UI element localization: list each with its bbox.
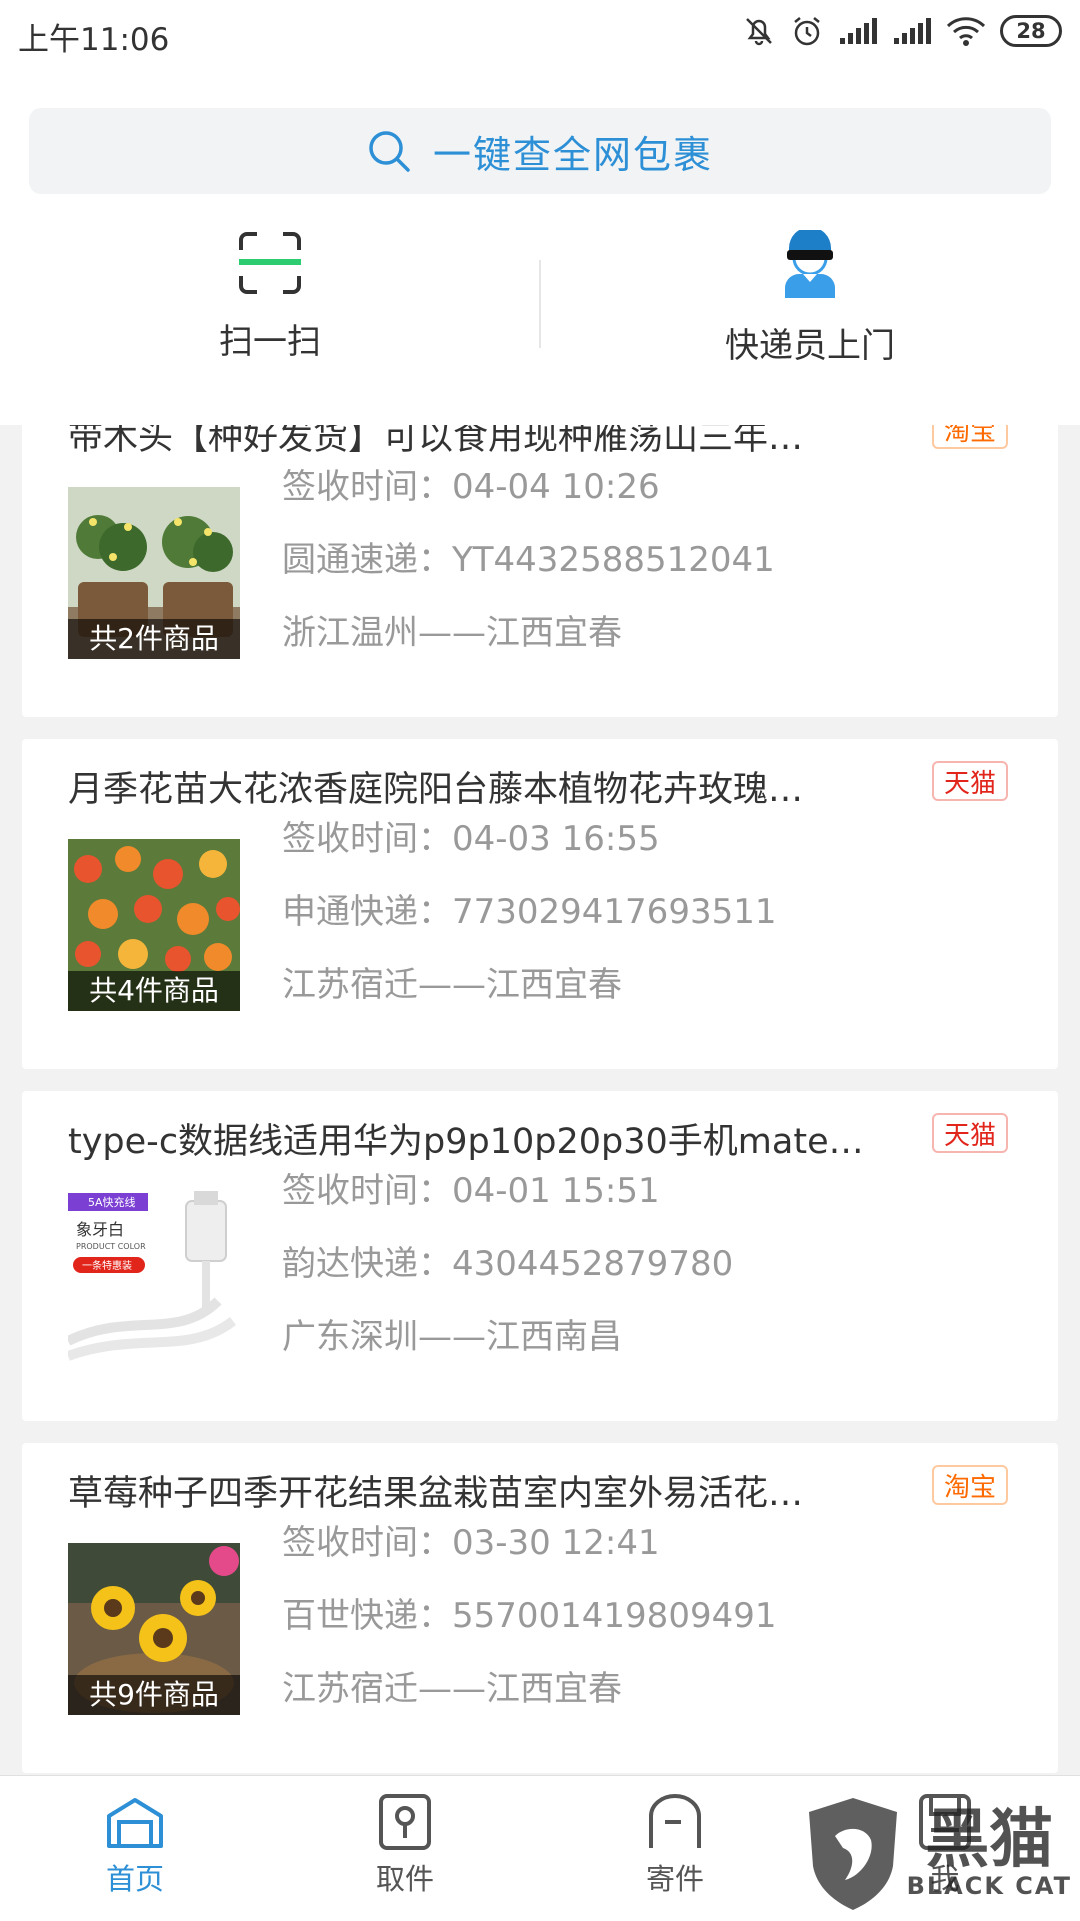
home-icon [107,1798,163,1848]
sign-time: 签收时间：03-30 12:41 [282,1523,660,1563]
thumb-color-en-text: PRODUCT COLOR [76,1242,146,1251]
status-time: 上午11:06 [18,22,170,58]
platform-tag: 天猫 [932,1113,1008,1153]
order-title: 草莓种子四季开花结果盆栽苗室内室外易活花… [68,1474,804,1514]
platform-tag: 淘宝 [932,1465,1008,1505]
platform-tag: 天猫 [932,761,1008,801]
route: 江苏宿迁——江西宜春 [282,965,622,1005]
order-card[interactable]: type-c数据线适用华为p9p10p20p30手机mate… 天猫 5A快充线… [22,1091,1058,1421]
quick-actions: 扫一扫 快递员上门 [0,230,1080,380]
product-thumbnail: 共9件商品 [68,1543,240,1715]
scan-icon [239,232,301,294]
order-list: 带木头【种好发货】可以食用现种雁荡山三年… 淘宝 共2件商品 签收时间：04-0… [0,425,1080,1775]
search-placeholder: 一键查全网包裹 [432,132,713,177]
order-title: 月季花苗大花浓香庭院阳台藤本植物花卉玫瑰… [68,770,804,810]
route: 浙江温州——江西宜春 [282,613,622,653]
wifi-icon [946,17,986,46]
item-count: 共2件商品 [68,619,240,659]
watermark-en: BLACK CAT [906,1872,1072,1900]
scan-label: 扫一扫 [219,322,321,362]
signal-icon [894,18,931,44]
product-thumbnail: 共2件商品 [68,487,240,659]
status-bar: 上午11:06 28 [0,0,1080,70]
nav-home[interactable]: 首页 [65,1794,205,1904]
scan-button[interactable]: 扫一扫 [0,230,540,380]
thumb-color-text: 象牙白 [76,1220,124,1239]
order-card[interactable]: 月季花苗大花浓香庭院阳台藤本植物花卉玫瑰… 天猫 共4件商品 签收时间：04-0… [22,739,1058,1069]
product-thumbnail: 5A快充线 象牙白 PRODUCT COLOR 一条特惠装 [68,1191,240,1363]
route: 江苏宿迁——江西宜春 [282,1669,622,1709]
signal-icon [840,18,877,44]
courier-visit-button[interactable]: 快递员上门 [540,230,1080,380]
alarm-icon [794,17,820,46]
search-bar[interactable]: 一键查全网包裹 [29,108,1051,194]
thumb-badge-text: 5A快充线 [88,1195,136,1209]
status-icons: 28 [742,14,1062,48]
bottom-nav: 首页 取件 寄件 我 黑猫 BLACK CAT [0,1775,1080,1921]
sign-time: 签收时间：04-03 16:55 [282,819,660,859]
courier-tracking: 百世快递：557001419809491 [282,1596,777,1636]
item-count: 共9件商品 [68,1675,240,1715]
watermark-cn: 黑猫 [925,1803,1054,1877]
product-thumbnail: 共4件商品 [68,839,240,1011]
nav-home-label: 首页 [105,1862,164,1896]
platform-tag: 淘宝 [932,425,1008,449]
courier-icon [785,230,835,298]
nav-pickup-label: 取件 [375,1862,434,1896]
order-title: 带木头【种好发货】可以食用现种雁荡山三年… [68,425,804,458]
courier-visit-label: 快递员上门 [725,326,895,366]
nav-send[interactable]: 寄件 [605,1794,745,1904]
nav-pickup[interactable]: 取件 [335,1794,475,1904]
thumb-offer-text: 一条特惠装 [82,1259,132,1272]
order-title: type-c数据线适用华为p9p10p20p30手机mate… [68,1122,864,1162]
watermark: 黑猫 BLACK CAT [805,1796,1072,1912]
sign-time: 签收时间：04-01 15:51 [282,1171,660,1211]
courier-tracking: 韵达快递：4304452879780 [282,1244,734,1284]
mute-icon [746,18,772,46]
pickup-icon [379,1794,431,1850]
order-card[interactable]: 带木头【种好发货】可以食用现种雁荡山三年… 淘宝 共2件商品 签收时间：04-0… [22,425,1058,717]
header-area: 上午11:06 28 一键查全网包裹 扫一扫 快递员上门 [0,0,1080,425]
nav-send-label: 寄件 [645,1862,704,1896]
order-card[interactable]: 草莓种子四季开花结果盆栽苗室内室外易活花… 淘宝 共9件商品 签收时间：03-3… [22,1443,1058,1773]
item-count: 共4件商品 [68,971,240,1011]
courier-tracking: 申通快递：773029417693511 [282,892,777,932]
battery-indicator: 28 [1000,15,1062,47]
courier-tracking: 圆通速递：YT4432588512041 [282,540,775,580]
cat-shield-icon [808,1798,897,1910]
send-icon [649,1794,701,1848]
route: 广东深圳——江西南昌 [282,1317,622,1357]
search-icon [369,131,410,172]
sign-time: 签收时间：04-04 10:26 [282,467,660,507]
